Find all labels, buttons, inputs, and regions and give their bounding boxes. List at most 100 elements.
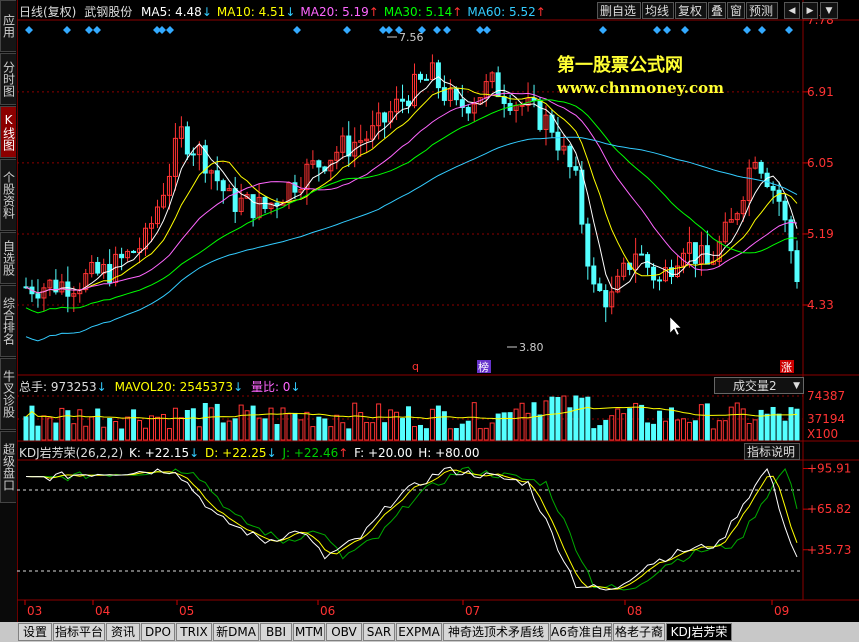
tab-14[interactable]: KDJ岩芳荣 [666,623,732,641]
ma60-line [25,136,798,342]
volume-bar [208,407,214,441]
signal-diamond-icon [653,26,661,34]
volume-bar [53,422,59,441]
tab-10[interactable]: EXPMA [396,623,442,641]
volume-bar [495,413,501,441]
volume-bar [214,403,220,441]
signal-diamond-icon [166,26,174,34]
indicator-explain-button[interactable]: 指标说明 [744,443,800,460]
volume-bar [483,427,489,441]
volume-bar [292,412,298,441]
tab-9[interactable]: SAR [363,623,395,641]
toolbar-button-3[interactable]: 叠 [708,2,726,19]
volume-bar [250,405,256,441]
volume-bar [704,403,710,441]
volume-bar [71,423,77,441]
toolbar-button-0[interactable]: 删自选 [597,2,641,19]
volume-bar [651,423,657,441]
chevron-down-icon[interactable]: ▼ [820,2,838,19]
sidebar-item-6[interactable]: 牛叉诊股 [0,358,16,430]
tab-13[interactable]: 格老子裔 [613,623,665,641]
sidebar-item-5[interactable]: 综合排名 [0,285,16,357]
volume-bar [764,413,770,441]
volume-bar [627,408,633,441]
volume-bar [698,404,704,441]
period-label: 日线(复权) [19,5,77,19]
volume-bar [23,416,29,441]
tab-8[interactable]: OBV [326,623,362,641]
sidebar-item-4[interactable]: 自选股 [0,232,16,284]
sidebar-item-7[interactable]: 超级盘口 [0,431,16,503]
tab-3[interactable]: DPO [141,623,175,641]
tab-6[interactable]: BBI [260,623,292,641]
candle-body [95,261,101,274]
volume-mavol: MAVOL20: 2545373 [114,380,234,394]
volume-bar [429,408,435,441]
volume-bar [178,417,184,441]
volume-axis-label: X100 [807,427,838,441]
tab-12[interactable]: A6奇准自用 [550,623,612,641]
candle-body [585,223,591,267]
tab-0[interactable]: 设置 [18,623,52,641]
scroll-right-icon[interactable]: ▶ [802,2,818,19]
tab-2[interactable]: 资讯 [106,623,140,641]
volume-bar [370,422,376,441]
kdj-axis-label: +65.82 [807,502,851,516]
volume-bar [794,408,800,441]
volume-bar [435,405,441,441]
tab-11[interactable]: 神奇选顶术矛盾线 [443,623,549,641]
volume-bar [549,396,555,441]
candle-body [435,62,441,89]
tab-5[interactable]: 新DMA [213,623,259,641]
tab-4[interactable]: TRIX [176,623,212,641]
volume-bar [543,400,549,441]
volume-bar [107,418,113,441]
volume-bar [692,420,698,441]
volume-bar [680,418,686,441]
signal-diamond-icon [476,26,484,34]
volume-bar [507,412,513,441]
candle-body [651,266,657,281]
volume-ratio: 量比: 0 [250,380,291,394]
tab-1[interactable]: 指标平台 [53,623,105,641]
toolbar-button-4[interactable]: 窗 [727,2,745,19]
trend-arrow-icon: ↓ [285,5,296,19]
candle-body [776,189,782,202]
volume-indicator-select[interactable]: 成交量2 ▼ [714,377,804,394]
toolbar-button-2[interactable]: 复权 [675,2,707,19]
volume-bar [573,395,579,441]
kdj-k-line [25,466,798,591]
volume-bar [35,425,41,441]
volume-bar [131,409,137,441]
chart-header: 日线(复权) 武钢股份 MA5: 4.48↓ MA10: 4.51↓ MA20: 5… [19,3,546,20]
toolbar-button-1[interactable]: 均线 [642,2,674,19]
trend-arrow-icon: ↑ [368,5,379,19]
sidebar-item-1[interactable]: 分时图 [0,53,16,105]
volume-bar [125,416,131,441]
tab-7[interactable]: MTM [293,623,325,641]
marker-q: q [412,360,419,373]
signal-diamond-icon [433,26,441,34]
volume-bar [537,414,543,441]
ma-legend-item-2: MA20: 5.19 [300,5,369,19]
volume-bar [310,426,316,441]
volume-header: 总手: 973253↓ MAVOL20: 2545373↓ 量比: 0↓ [19,380,301,394]
volume-bar [477,428,483,441]
volume-bar [746,422,752,441]
month-label: 07 [465,604,480,618]
month-label: 04 [95,604,110,618]
toolbar-button-5[interactable]: 预测 [746,2,778,19]
sidebar-item-2[interactable]: K线图 [0,106,16,158]
sidebar-item-3[interactable]: 个股资料 [0,159,16,231]
volume-bar [722,420,728,441]
stock-name: 武钢股份 [84,5,133,19]
volume-bar [782,420,788,441]
trend-arrow-icon: ↑ [452,5,463,19]
signal-diamond-icon [25,26,33,34]
kline-chart[interactable]: 7.786.916.055.194.337.563.80q 榜涨743873719… [17,0,859,622]
sidebar-item-0[interactable]: 应用 [0,0,16,52]
volume-bar [555,396,561,441]
scroll-left-icon[interactable]: ◀ [784,2,800,19]
volume-bar [686,421,692,441]
volume-bar [645,422,651,441]
